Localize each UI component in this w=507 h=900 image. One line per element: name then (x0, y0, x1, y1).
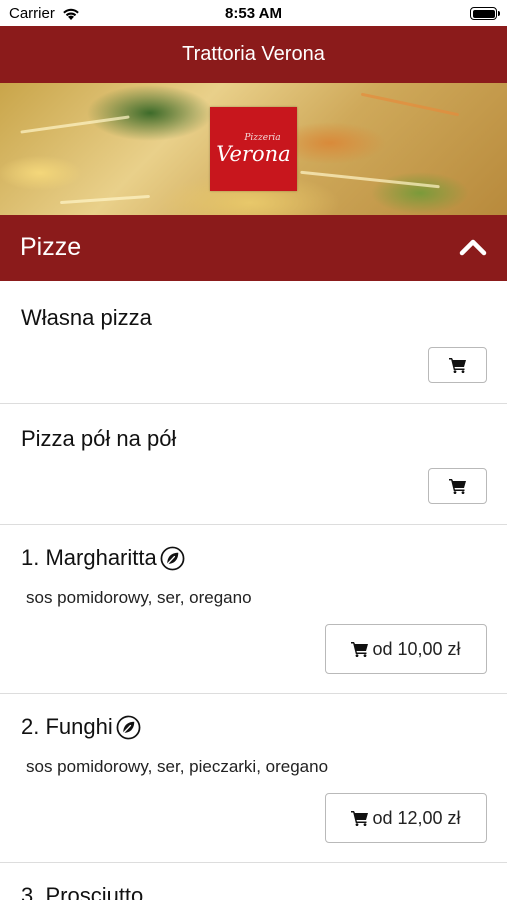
hero-banner-image: Pizzeria Verona (0, 83, 507, 215)
battery-icon (470, 7, 500, 20)
add-to-cart-button[interactable] (428, 468, 487, 504)
leaf-icon (116, 715, 141, 739)
clock: 8:53 AM (225, 5, 282, 22)
menu-item-name: 2. Funghi (21, 714, 141, 740)
leaf-icon (160, 546, 185, 570)
menu-item-description: sos pomidorowy, ser, oregano (26, 588, 252, 607)
category-header-pizze[interactable]: Pizze (0, 215, 507, 281)
menu-item-name-text: 2. Funghi (21, 714, 113, 739)
menu-item: 1. Margharitta sos pomidorowy, ser, oreg… (0, 525, 507, 694)
add-to-cart-button[interactable]: od 12,00 zł (325, 793, 487, 843)
add-to-cart-button[interactable]: od 10,00 zł (325, 624, 487, 674)
menu-item: Pizza pół na pół (0, 404, 507, 525)
add-to-cart-button[interactable] (428, 347, 487, 383)
menu-item-name-text: Pizza pół na pół (21, 426, 177, 451)
restaurant-title: Trattoria Verona (182, 43, 325, 65)
menu-item-name: Własna pizza (21, 305, 152, 331)
price-label: od 12,00 zł (372, 807, 461, 828)
menu-item-description: sos pomidorowy, ser, pieczarki, oregano (26, 757, 329, 776)
restaurant-logo: Pizzeria Verona (210, 107, 297, 191)
menu-item: Własna pizza (0, 281, 507, 404)
chevron-up-icon[interactable] (459, 237, 487, 257)
menu-item: 3. Prosciutto (0, 863, 507, 900)
menu-item-name-text: Własna pizza (21, 305, 152, 330)
menu-item: 2. Funghi sos pomidorowy, ser, pieczarki… (0, 694, 507, 863)
cart-icon (351, 811, 369, 826)
cart-icon (351, 642, 369, 657)
status-bar: Carrier 8:53 AM (0, 0, 507, 26)
price-label: od 10,00 zł (372, 638, 461, 659)
menu-item-name-text: 1. Margharitta (21, 545, 157, 570)
logo-wordmark: Verona (216, 142, 291, 166)
category-title: Pizze (20, 233, 82, 261)
menu-item-name-text: 3. Prosciutto (21, 883, 144, 900)
menu-item-name: 3. Prosciutto (21, 883, 143, 900)
cart-icon (448, 358, 466, 373)
menu-item-name: Pizza pół na pół (21, 426, 176, 452)
navigation-bar: Trattoria Verona (0, 26, 507, 83)
menu-item-name: 1. Margharitta (21, 545, 185, 571)
cart-icon (448, 479, 466, 494)
